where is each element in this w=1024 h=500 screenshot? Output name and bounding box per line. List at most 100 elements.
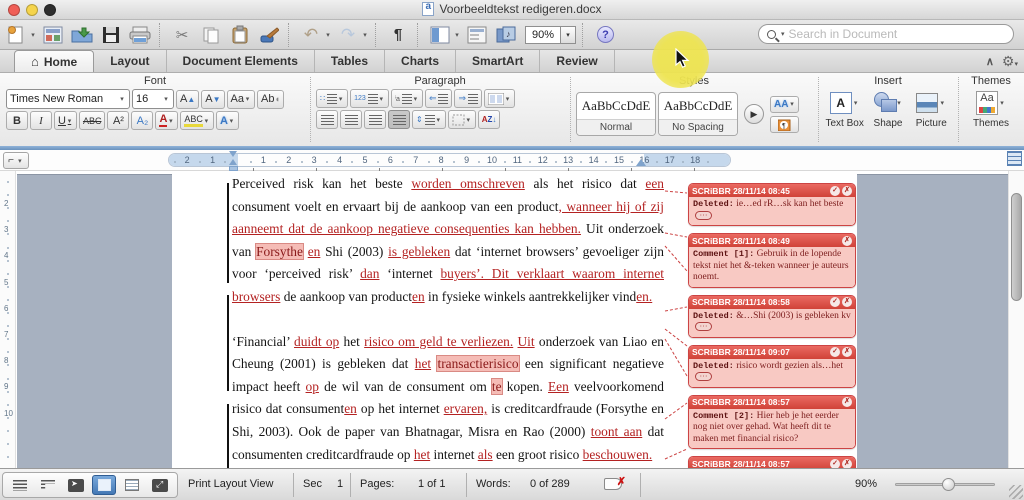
scrollbar-thumb[interactable] [1011,193,1022,301]
sort-button[interactable]: AZ↓ [478,110,501,129]
comment-bubble[interactable]: SCRiBBR 28/11/14 08:57 ✗ Comment [2]: Hi… [688,395,856,450]
tab-layout[interactable]: Layout [94,50,166,72]
notebook-layout-button[interactable] [120,475,144,495]
document-text[interactable]: Perceived risk kan het beste worden omsc… [232,173,664,468]
draft-view-button[interactable] [8,475,32,495]
text-effects-button[interactable]: A▾ [216,111,239,130]
cut-icon[interactable]: ✂ [169,23,195,47]
view-mode-label[interactable]: Print Layout View [188,478,273,490]
borders-button[interactable]: ▾ [448,110,476,129]
subscript-button[interactable]: A₂ [131,111,153,130]
accept-change-icon[interactable]: ✓ [830,347,840,357]
accept-change-icon[interactable]: ✓ [830,297,840,307]
redo-dropdown[interactable]: ▾ [361,23,369,47]
tab-review[interactable]: Review [540,50,614,72]
redo-icon[interactable]: ↷ [335,23,361,47]
style-card-no-spacing[interactable]: AaBbCcDdE No Spacing [658,92,738,136]
show-gallery-icon[interactable] [40,23,66,47]
split-view-icon[interactable] [1007,151,1022,166]
comment-ellipsis-icon[interactable]: ··· [695,372,712,381]
grow-font-button[interactable]: A▲ [176,90,199,109]
reject-change-icon[interactable]: ✗ [842,397,852,407]
columns-button[interactable]: ▾ [484,89,515,108]
horizontal-ruler[interactable]: 21123456789101112131415161718 [168,153,731,167]
themes-button[interactable]: Aa▾ Themes [969,90,1013,129]
zoom-slider-thumb[interactable] [942,478,955,491]
help-icon[interactable]: ? [597,26,614,43]
styles-gallery-expand-button[interactable]: ▶ [744,104,764,124]
manage-styles-button[interactable]: ¶ [770,116,799,133]
copy-icon[interactable] [198,23,224,47]
bold-button[interactable]: B [6,111,28,130]
decrease-indent-button[interactable]: ⇐ [425,89,453,108]
change-case-button[interactable]: Aa▾ [227,90,255,109]
words-value[interactable]: 0 of 289 [530,478,570,490]
comment-ellipsis-icon[interactable]: ··· [695,211,712,220]
insert-text-box-button[interactable]: A▾ Text Box [824,90,865,129]
accept-change-icon[interactable]: ✓ [830,186,840,196]
media-browser-icon[interactable]: ♪ [493,23,519,47]
document-page[interactable]: Perceived risk kan het beste worden omsc… [172,171,857,468]
undo-icon[interactable]: ↶ [298,23,324,47]
multilevel-list-button[interactable]: ⁱa▾ [391,89,423,108]
line-spacing-button[interactable]: ⇕▾ [412,110,446,129]
clear-formatting-button[interactable]: Ab◖ [257,90,284,109]
reject-change-icon[interactable]: ✗ [842,347,852,357]
comment-bubble[interactable]: SCRiBBR 28/11/14 08:58 ✓ ✗ Deleted: &…Sh… [688,295,856,338]
window-resize-grip[interactable] [1009,485,1023,499]
reject-change-icon[interactable]: ✗ [842,459,852,469]
ribbon-gear-icon[interactable]: ⚙▾ [1002,53,1018,70]
open-icon[interactable] [69,23,95,47]
tab-smartart[interactable]: SmartArt [456,50,540,72]
font-color-button[interactable]: A▾ [155,111,178,130]
new-document-icon[interactable] [3,23,29,47]
align-right-button[interactable] [364,110,386,129]
show-invisibles-icon[interactable]: ¶ [385,23,411,47]
numbering-button[interactable]: 123▾ [350,89,389,108]
undo-dropdown[interactable]: ▾ [324,23,332,47]
paste-icon[interactable] [227,23,253,47]
spelling-status-icon[interactable]: ✗ [604,477,626,492]
new-document-dropdown[interactable]: ▾ [29,23,37,47]
reject-change-icon[interactable]: ✗ [842,186,852,196]
style-card-normal[interactable]: AaBbCcDdE Normal [576,92,656,136]
shrink-font-button[interactable]: A▼ [201,90,224,109]
search-input[interactable] [789,27,1005,41]
font-size-select[interactable]: 16▾ [132,89,174,109]
publishing-layout-button[interactable] [64,475,88,495]
align-left-button[interactable] [316,110,338,129]
comment-bubble[interactable]: SCRiBBR 28/11/14 08:45 ✓ ✗ Deleted: ie…e… [688,183,856,226]
collapse-ribbon-icon[interactable]: ∧ [986,55,994,68]
underline-button[interactable]: U▾ [54,111,77,130]
text-highlight-button[interactable]: ABC▾ [180,111,214,130]
tab-stop-selector[interactable]: ⌐▾ [3,152,29,169]
align-center-button[interactable] [340,110,362,129]
comment-bubble[interactable]: SCRiBBR 28/11/14 09:07 ✓ ✗ Deleted: risi… [688,345,856,388]
print-icon[interactable] [127,23,153,47]
layout-view-dropdown[interactable]: ▾ [453,23,461,47]
format-painter-icon[interactable] [256,23,282,47]
strikethrough-button[interactable]: ABC [79,111,106,130]
save-icon[interactable] [98,23,124,47]
insert-shape-button[interactable]: ▾ Shape [867,90,908,129]
bullets-button[interactable]: ∷▾ [316,89,348,108]
reject-change-icon[interactable]: ✗ [842,236,852,246]
right-indent-marker[interactable] [636,159,646,166]
comment-bubble[interactable]: SCRiBBR 28/11/14 08:57 ✓ ✗ Deleted: e [688,456,856,468]
comment-ellipsis-icon[interactable]: ··· [695,322,712,331]
paragraph[interactable]: ‘Financial’ duidt op het risico om geld … [232,331,664,467]
search-scope-dropdown[interactable]: ▾ [781,30,785,38]
tab-home[interactable]: ⌂Home [14,50,94,72]
reject-change-icon[interactable]: ✗ [842,297,852,307]
outline-view-button[interactable] [36,475,60,495]
focus-view-button[interactable] [148,475,172,495]
zoom-slider[interactable] [895,483,995,486]
comment-bubble[interactable]: SCRiBBR 28/11/14 08:49 ✗ Comment [1]: Ge… [688,233,856,288]
zoom-dropdown[interactable]: ▾ [561,26,576,44]
insert-picture-button[interactable]: ▾ Picture [911,90,952,129]
accept-change-icon[interactable]: ✓ [830,459,840,469]
italic-button[interactable]: I [30,111,52,130]
change-styles-button[interactable]: AA▾ [770,96,799,113]
increase-indent-button[interactable]: ⇒ [454,89,482,108]
superscript-button[interactable]: A² [107,111,129,130]
